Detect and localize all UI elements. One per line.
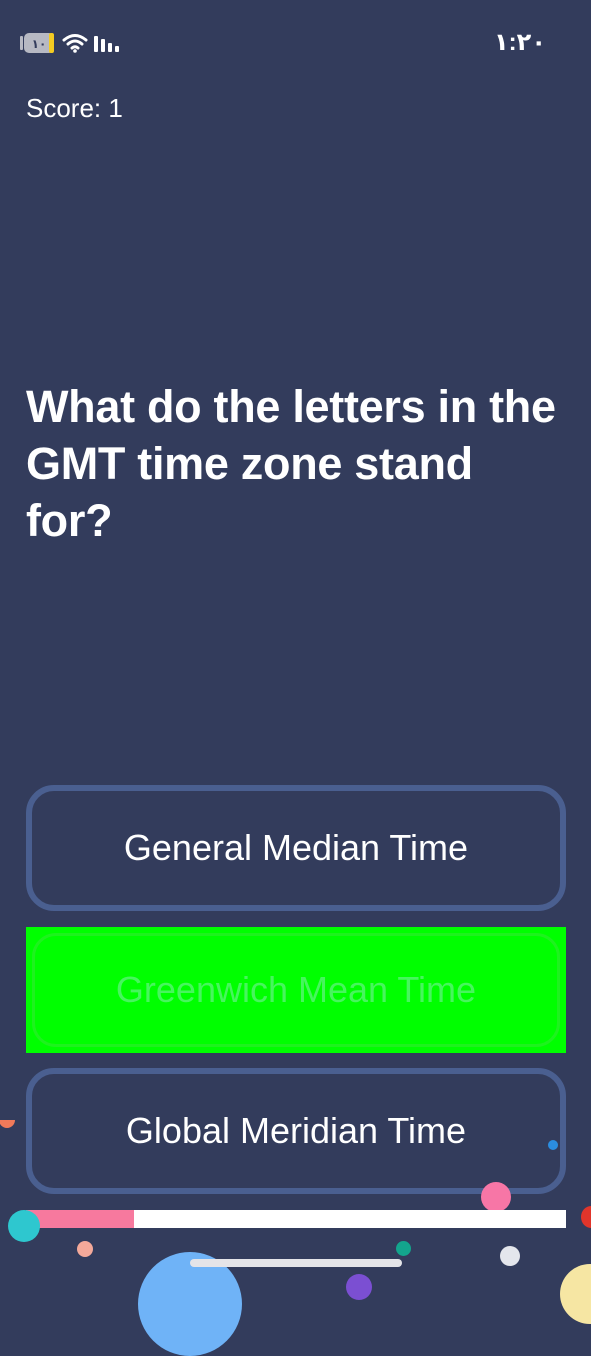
wifi-icon xyxy=(62,34,88,53)
answer-option-1[interactable]: General Median Time xyxy=(26,785,566,911)
home-indicator[interactable] xyxy=(190,1259,402,1267)
confetti-dot xyxy=(581,1206,591,1228)
answer-option-3-label: Global Meridian Time xyxy=(125,1110,467,1151)
battery-icon: ١٠ xyxy=(20,33,54,53)
confetti-dot xyxy=(560,1264,591,1324)
confetti-dot xyxy=(8,1210,40,1242)
confetti-dot xyxy=(77,1241,93,1257)
progress-bar-fill xyxy=(26,1210,134,1228)
answer-option-1-label: General Median Time xyxy=(123,827,469,868)
confetti-dot xyxy=(138,1252,242,1356)
answer-option-3[interactable]: Global Meridian Time xyxy=(26,1068,566,1194)
confetti-dot xyxy=(0,1120,15,1128)
answer-option-2-correct[interactable]: Greenwich Mean Time xyxy=(26,927,566,1053)
signal-icon xyxy=(94,36,119,52)
confetti-dot xyxy=(500,1246,520,1266)
confetti-dot xyxy=(548,1140,558,1150)
confetti-dot xyxy=(346,1274,372,1300)
status-bar: ١٠ ١:٢٠ xyxy=(0,0,591,86)
progress-bar xyxy=(26,1210,566,1228)
score-label: Score: 1 xyxy=(26,93,123,123)
battery-level: ١٠ xyxy=(32,37,47,51)
question-text: What do the letters in the GMT time zone… xyxy=(26,381,556,546)
confetti-dot xyxy=(481,1182,511,1212)
answer-option-2-label: Greenwich Mean Time xyxy=(115,969,477,1010)
confetti-dot xyxy=(396,1241,411,1256)
status-time: ١:٢٠ xyxy=(494,29,546,56)
